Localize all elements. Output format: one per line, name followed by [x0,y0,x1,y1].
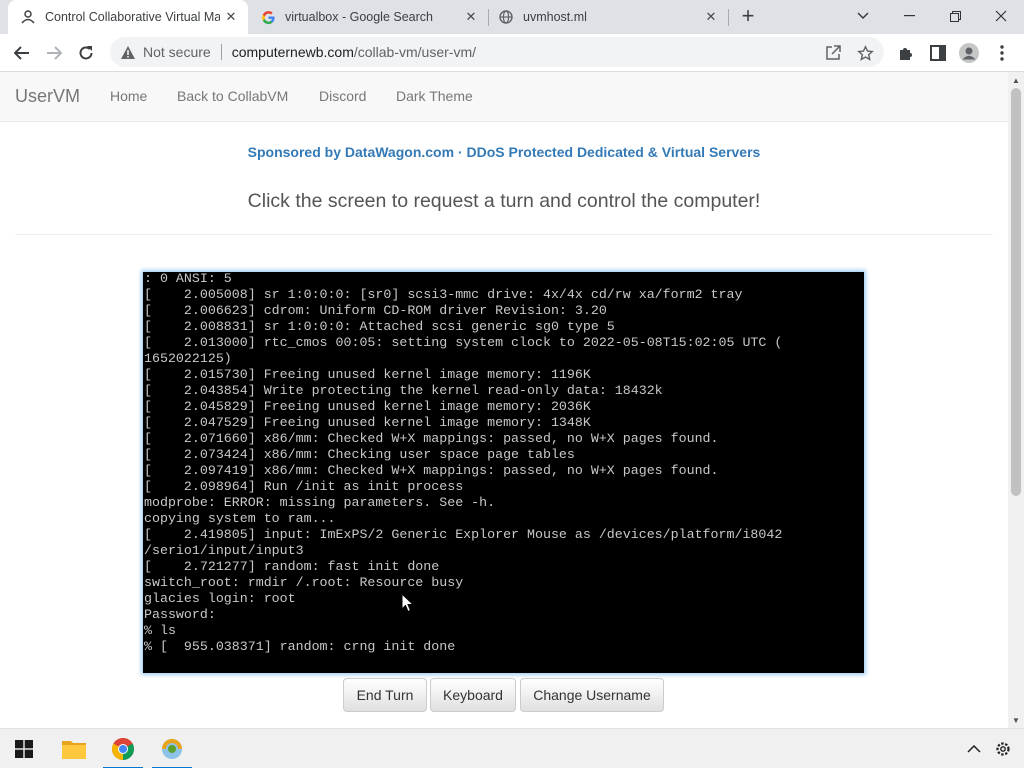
nav-back-to-collabvm[interactable]: Back to CollabVM [177,88,288,104]
restore-icon[interactable] [932,0,978,32]
terminal-line: [ 2.006623] cdrom: Uniform CD-ROM driver… [144,303,607,318]
turn-instructions-heading: Click the screen to request a turn and c… [247,190,761,212]
kebab-menu-icon[interactable] [992,43,1012,63]
browser-tab-strip: Control Collaborative Virtual Ma ✕ virtu… [0,0,1024,34]
not-secure-label: Not secure [143,44,211,60]
tab-title: virtualbox - Google Search [285,10,433,24]
omnibox-divider [220,44,222,60]
settings-gear-icon[interactable] [993,739,1013,759]
scroll-down-icon[interactable]: ▼ [1008,712,1024,728]
profile-avatar-icon[interactable] [959,43,979,63]
extensions-puzzle-icon[interactable] [896,43,916,63]
vm-display[interactable]: : 0 ANSI: 5[ 2.005008] sr 1:0:0:0: [sr0]… [143,272,864,673]
virtualbox-icon[interactable] [150,729,194,768]
forward-arrow-icon[interactable] [40,39,68,67]
terminal-line: [ 2.073424] x86/mm: Checking user space … [144,447,575,462]
terminal-line: [ 2.098964] Run /init as init process [144,479,464,494]
scroll-thumb[interactable] [1011,88,1021,496]
windows-taskbar [0,728,1024,768]
side-panel-icon[interactable] [928,43,948,63]
terminal-line: [ 2.043854] Write protecting the kernel … [144,383,663,398]
address-bar[interactable]: Not secure computernewb.com/collab-vm/us… [110,37,884,67]
back-arrow-icon[interactable] [8,39,36,67]
sponsor-link[interactable]: Sponsored by DataWagon.com · DDoS Protec… [0,144,1008,160]
terminal-line: [ 2.419805] input: ImExPS/2 Generic Expl… [144,527,783,542]
terminal-line: % [ 955.038371] random: crng init done [144,639,456,654]
terminal-line: [ 2.047529] Freeing unused kernel image … [144,415,591,430]
page-viewport: UserVM Home Back to CollabVM Discord Dar… [0,72,1008,728]
terminal-line: [ 2.013000] rtc_cmos 00:05: setting syst… [144,335,783,350]
divider [15,234,993,235]
close-window-icon[interactable] [978,0,1024,32]
tray-chevron-up-icon[interactable] [964,739,984,759]
nav-discord[interactable]: Discord [319,88,366,104]
mouse-cursor-icon [401,593,415,613]
close-tab-icon[interactable]: ✕ [462,8,480,26]
bookmark-star-icon[interactable] [856,44,874,62]
terminal-line: % ls [144,623,176,638]
nav-home[interactable]: Home [110,88,147,104]
site-navbar: UserVM Home Back to CollabVM Discord Dar… [0,72,1008,122]
chrome-icon[interactable] [101,729,145,768]
tab-separator [728,9,729,26]
change-username-button[interactable]: Change Username [520,678,664,712]
terminal-line: glacies login: root [144,591,296,606]
terminal-line: : 0 ANSI: 5 [144,272,232,286]
brand-link[interactable]: UserVM [15,86,80,107]
url-path: /collab-vm/user-vm/ [353,44,477,60]
globe-icon [498,9,514,25]
keyboard-button[interactable]: Keyboard [430,678,516,712]
new-tab-button[interactable]: + [736,5,760,29]
terminal-line: /serio1/input/input3 [144,543,304,558]
terminal-line: [ 2.071660] x86/mm: Checked W+X mappings… [144,431,719,446]
tab-uvmhost[interactable]: uvmhost.ml ✕ [488,0,728,34]
scroll-up-icon[interactable]: ▲ [1008,72,1024,88]
minimize-icon[interactable] [886,0,932,32]
terminal-line: [ 2.045829] Freeing unused kernel image … [144,399,591,414]
tab-google-search[interactable]: virtualbox - Google Search ✕ [248,0,488,34]
user-icon [20,9,36,25]
terminal-line: [ 2.015730] Freeing unused kernel image … [144,367,591,382]
tab-title: uvmhost.ml [523,10,587,24]
terminal-line: [ 2.005008] sr 1:0:0:0: [sr0] scsi3-mmc … [144,287,743,302]
terminal-line: [ 2.008831] sr 1:0:0:0: Attached scsi ge… [144,319,615,334]
browser-toolbar: Not secure computernewb.com/collab-vm/us… [0,34,1024,72]
terminal-line: switch_root: rmdir /.root: Resource busy [144,575,464,590]
end-turn-button[interactable]: End Turn [343,678,427,712]
close-tab-icon[interactable]: ✕ [702,8,720,26]
terminal-line: 1652022125) [144,351,232,366]
tab-title: Control Collaborative Virtual Ma [45,10,220,24]
tab-collabvm[interactable]: Control Collaborative Virtual Ma ✕ [8,0,248,34]
file-explorer-icon[interactable] [52,729,96,768]
close-tab-icon[interactable]: ✕ [222,8,240,26]
google-icon [260,9,276,25]
terminal-line: [ 2.721277] random: fast init done [144,559,440,574]
reload-icon[interactable] [72,39,100,67]
share-icon[interactable] [824,44,842,62]
tab-search-icon[interactable] [840,0,886,32]
terminal-line: modprobe: ERROR: missing parameters. See… [144,495,496,510]
url-host: computernewb.com [231,44,354,60]
page-scrollbar[interactable]: ▲ ▼ [1008,72,1024,728]
start-windows-icon[interactable] [2,729,46,768]
terminal-line: [ 2.097419] x86/mm: Checked W+X mappings… [144,463,719,478]
terminal-line: Password: [144,607,216,622]
terminal-line: copying system to ram... [144,511,336,526]
warning-icon[interactable] [120,44,136,60]
nav-dark-theme[interactable]: Dark Theme [396,88,473,104]
